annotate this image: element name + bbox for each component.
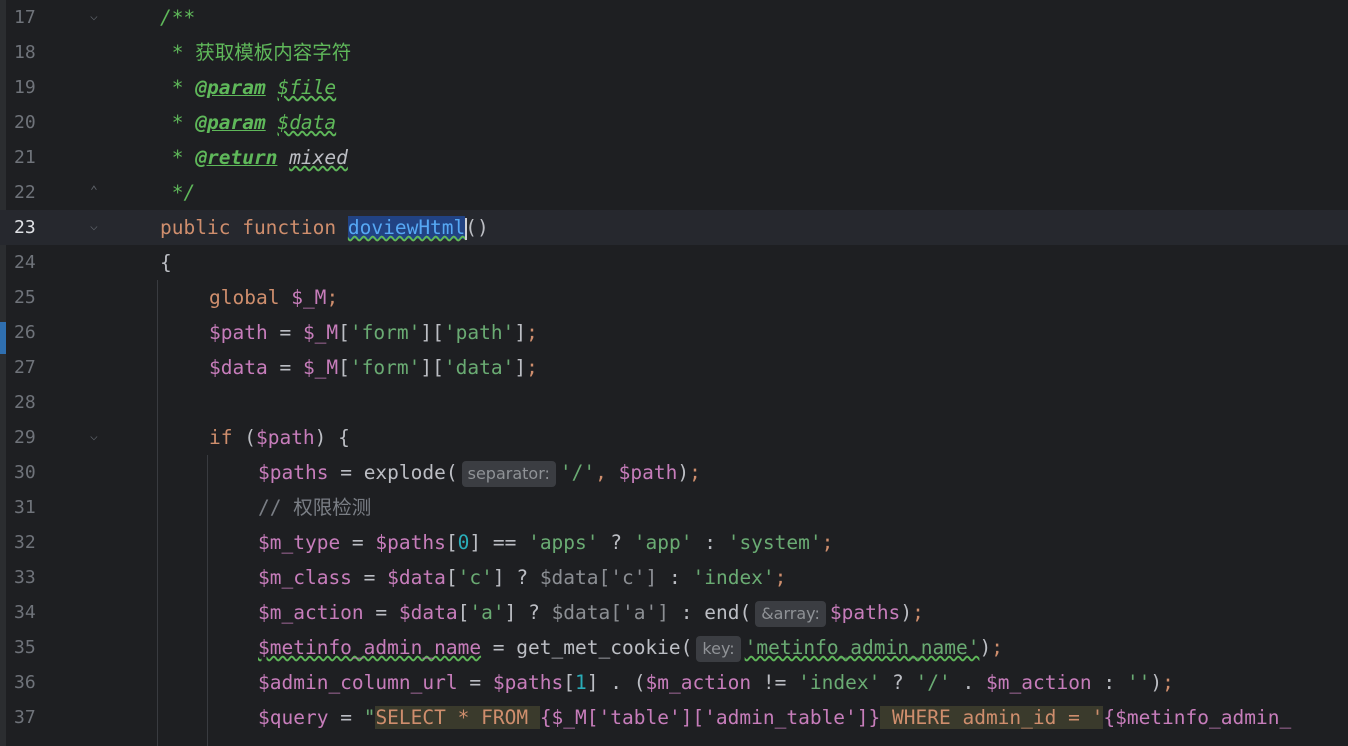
- code-line-29[interactable]: 29 ⌵ if ($path) {: [0, 420, 1348, 455]
- line-number: 35: [14, 637, 36, 658]
- fold-icon[interactable]: ⌵: [90, 429, 104, 445]
- code-text: $paths = explode(separator: '/', $path);: [258, 455, 701, 490]
- code-text: $admin_column_url = $paths[1] . ($m_acti…: [258, 671, 1174, 694]
- code-line-17[interactable]: 17 ⌵ /**: [0, 0, 1348, 35]
- line-comment: // 权限检测: [258, 496, 372, 519]
- doc-comment: * @param $data: [171, 111, 337, 134]
- parameter-hint: separator:: [461, 460, 556, 487]
- function-declaration: public function doviewHtml(): [160, 216, 489, 240]
- line-number: 33: [14, 567, 36, 588]
- code-line-37[interactable]: 37 $query = "SELECT * FROM {$_M['table']…: [0, 700, 1348, 735]
- code-line-33[interactable]: 33 $m_class = $data['c'] ? $data['c'] : …: [0, 560, 1348, 595]
- code-text: $query = "SELECT * FROM {$_M['table']['a…: [258, 706, 1292, 729]
- code-line-23[interactable]: 23 ⌵ public function doviewHtml(): [0, 210, 1348, 245]
- code-line-31[interactable]: 31 // 权限检测: [0, 490, 1348, 525]
- code-line-34[interactable]: 34 $m_action = $data['a'] ? $data['a'] :…: [0, 595, 1348, 630]
- sql-fragment: WHERE admin_id = ': [880, 706, 1104, 729]
- code-line-21[interactable]: 21 * @return mixed: [0, 140, 1348, 175]
- line-number: 26: [14, 322, 36, 343]
- code-line-35[interactable]: 35 $metinfo_admin_name = get_met_cookie(…: [0, 630, 1348, 665]
- line-number: 25: [14, 287, 36, 308]
- code-line-28[interactable]: 28: [0, 385, 1348, 420]
- line-number: 19: [14, 77, 36, 98]
- line-number: 27: [14, 357, 36, 378]
- code-line-25[interactable]: 25 global $_M;: [0, 280, 1348, 315]
- sql-fragment: SELECT * FROM: [375, 706, 540, 729]
- doc-comment: * @return mixed: [171, 146, 348, 169]
- fold-icon[interactable]: ⌵: [90, 9, 104, 25]
- line-number: 30: [14, 462, 36, 483]
- code-text: if ($path) {: [209, 426, 350, 449]
- code-editor[interactable]: 17 ⌵ /** 18 * 获取模板内容字符 19 * @param $file…: [0, 0, 1348, 746]
- line-number: 34: [14, 602, 36, 623]
- code-line-24[interactable]: 24 {: [0, 245, 1348, 280]
- line-number: 22: [14, 182, 36, 203]
- line-number: 18: [14, 42, 36, 63]
- line-number: 23: [14, 217, 36, 238]
- parameter-hint: key:: [696, 635, 741, 662]
- parameter-hint: &array:: [755, 600, 826, 627]
- code-text: $m_action = $data['a'] ? $data['a'] : en…: [258, 595, 924, 630]
- code-text: global $_M;: [209, 286, 339, 309]
- selected-function-name[interactable]: doviewHtml: [347, 216, 466, 239]
- code-text: $path = $_M['form']['path'];: [209, 321, 538, 344]
- fold-icon[interactable]: ⌃: [90, 184, 104, 200]
- code-text: $data = $_M['form']['data'];: [209, 356, 538, 379]
- doc-comment: * 获取模板内容字符: [171, 41, 352, 64]
- line-number: 29: [14, 427, 36, 448]
- code-line-18[interactable]: 18 * 获取模板内容字符: [0, 35, 1348, 70]
- code-text: $metinfo_admin_name = get_met_cookie(key…: [258, 630, 1003, 665]
- code-line-32[interactable]: 32 $m_type = $paths[0] == 'apps' ? 'app'…: [0, 525, 1348, 560]
- code-text: $m_type = $paths[0] == 'apps' ? 'app' : …: [258, 531, 834, 554]
- doc-comment: /**: [160, 6, 196, 29]
- code-line-20[interactable]: 20 * @param $data: [0, 105, 1348, 140]
- line-number: 21: [14, 147, 36, 168]
- fold-icon[interactable]: ⌵: [90, 219, 104, 235]
- code-line-27[interactable]: 27 $data = $_M['form']['data'];: [0, 350, 1348, 385]
- line-number: 32: [14, 532, 36, 553]
- line-number: 36: [14, 672, 36, 693]
- line-number: 31: [14, 497, 36, 518]
- code-line-19[interactable]: 19 * @param $file: [0, 70, 1348, 105]
- doc-comment: * @param $file: [171, 76, 337, 99]
- code-text: $m_class = $data['c'] ? $data['c'] : 'in…: [258, 566, 787, 589]
- code-line-22[interactable]: 22 ⌃ */: [0, 175, 1348, 210]
- code-line-36[interactable]: 36 $admin_column_url = $paths[1] . ($m_a…: [0, 665, 1348, 700]
- doc-comment: */: [171, 181, 196, 204]
- line-number: 28: [14, 392, 36, 413]
- code-text: {: [160, 251, 172, 274]
- code-line-26[interactable]: 26 $path = $_M['form']['path'];: [0, 315, 1348, 350]
- code-line-30[interactable]: 30 $paths = explode(separator: '/', $path…: [0, 455, 1348, 490]
- line-number: 20: [14, 112, 36, 133]
- line-number: 17: [14, 7, 36, 28]
- line-number: 37: [14, 707, 36, 728]
- line-number: 24: [14, 252, 36, 273]
